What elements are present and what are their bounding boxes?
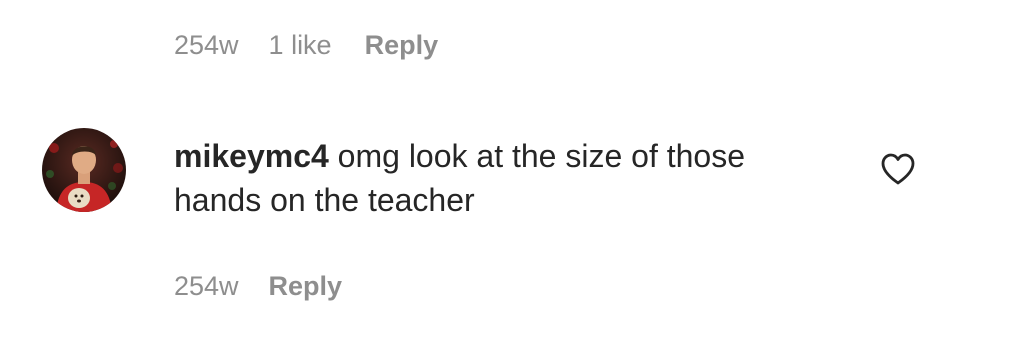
heart-outline-icon[interactable] <box>880 152 916 186</box>
previous-comment-meta: 254w 1 like Reply <box>174 27 438 63</box>
avatar[interactable] <box>42 128 126 212</box>
previous-comment-likes[interactable]: 1 like <box>269 30 332 61</box>
comment-body: mikeymc4 omg look at the size of those h… <box>174 134 814 222</box>
profile-photo-avatar-icon <box>42 128 126 212</box>
comment-reply-button[interactable]: Reply <box>269 271 343 302</box>
comment-username[interactable]: mikeymc4 <box>174 138 329 174</box>
previous-comment-reply-button[interactable]: Reply <box>365 30 439 61</box>
comment-timestamp[interactable]: 254w <box>174 271 239 302</box>
comment-meta: 254w Reply <box>174 268 342 304</box>
previous-comment-timestamp[interactable]: 254w <box>174 30 239 61</box>
